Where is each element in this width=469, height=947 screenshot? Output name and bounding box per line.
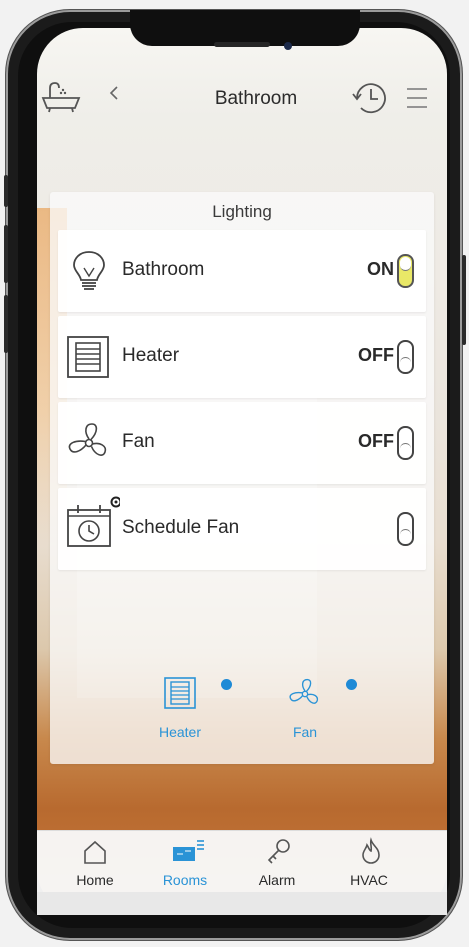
fan-icon	[286, 676, 324, 717]
chevron-left-icon	[109, 86, 118, 100]
home-indicator-area	[37, 892, 447, 915]
tab-bar: Home Rooms Alarm HVAC	[37, 830, 447, 893]
heater-icon	[163, 676, 197, 715]
device-label: Fan	[122, 431, 155, 452]
quick-action-label: Heater	[158, 724, 202, 740]
quick-action-label: Fan	[292, 724, 318, 740]
key-icon	[265, 837, 293, 870]
status-dot	[221, 679, 232, 690]
mute-switch	[4, 175, 8, 207]
heater-icon	[64, 334, 114, 380]
flame-icon	[357, 837, 385, 870]
menu-icon[interactable]	[403, 84, 431, 117]
device-row-schedule-fan[interactable]: Schedule Fan	[58, 488, 426, 570]
quick-action-fan[interactable]: Fan	[250, 676, 360, 746]
tab-rooms[interactable]: Rooms	[145, 837, 225, 891]
tab-label: Alarm	[258, 872, 296, 888]
schedule-icon	[64, 496, 122, 547]
tab-home[interactable]: Home	[55, 837, 135, 891]
toggle-switch[interactable]	[397, 512, 414, 546]
bathtub-icon[interactable]	[41, 80, 81, 119]
tab-label: Rooms	[162, 872, 208, 888]
power-button	[462, 255, 466, 345]
fan-icon	[64, 420, 114, 466]
tab-label: HVAC	[350, 872, 388, 888]
app-header: Bathroom	[37, 70, 447, 130]
lighting-panel: Lighting Bathroom ON Heater OFF Fan OFF …	[50, 192, 434, 764]
toggle-switch[interactable]	[397, 340, 414, 374]
volume-down-button	[4, 295, 8, 353]
device-label: Schedule Fan	[122, 517, 240, 538]
device-row-heater[interactable]: Heater OFF	[58, 316, 426, 398]
quick-action-heater[interactable]: Heater	[125, 676, 235, 746]
front-camera	[284, 42, 292, 50]
history-icon[interactable]	[349, 80, 389, 121]
device-state: OFF	[358, 345, 394, 365]
rooms-icon	[171, 837, 205, 870]
home-icon	[82, 839, 108, 870]
speaker-grille	[214, 42, 270, 47]
tab-hvac[interactable]: HVAC	[329, 837, 409, 891]
device-label: Heater	[122, 345, 180, 366]
panel-title: Lighting	[212, 202, 272, 221]
toggle-switch[interactable]	[397, 426, 414, 460]
device-row-bathroom[interactable]: Bathroom ON	[58, 230, 426, 312]
toggle-switch[interactable]	[397, 254, 414, 288]
device-label: Bathroom	[122, 259, 205, 280]
device-row-fan[interactable]: Fan OFF	[58, 402, 426, 484]
notch	[130, 10, 360, 46]
tab-label: Home	[76, 872, 114, 888]
page-title: Bathroom	[214, 88, 298, 109]
bulb-icon	[64, 248, 114, 294]
volume-up-button	[4, 225, 8, 283]
back-button[interactable]	[107, 82, 121, 110]
device-state: OFF	[358, 431, 394, 451]
tab-alarm[interactable]: Alarm	[237, 837, 317, 891]
device-state: ON	[367, 259, 394, 279]
status-dot	[346, 679, 357, 690]
